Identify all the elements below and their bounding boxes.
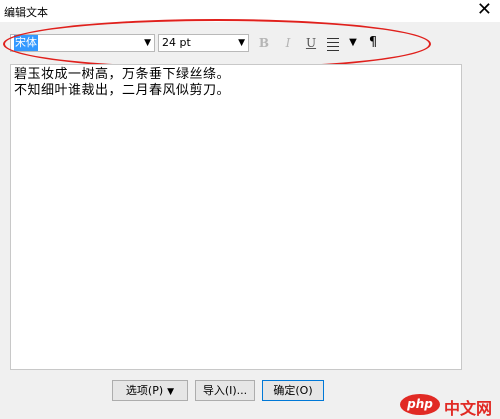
italic-icon[interactable]: I [280,35,296,51]
title-bar: 编辑文本 ✕ [0,0,500,22]
options-button[interactable]: 选项(P) ▼ [112,380,188,401]
underline-icon[interactable]: U [303,35,319,51]
ok-button[interactable]: 确定(O) [262,380,324,401]
text-line: 不知细叶谁裁出，二月春风似剪刀。 [14,83,231,98]
import-label: 导入(I)... [202,384,248,397]
align-icon[interactable] [325,35,341,51]
text-editor[interactable]: 碧玉妆成一树高，万条垂下绿丝绦。 不知细叶谁裁出，二月春风似剪刀。 [10,64,462,370]
chevron-down-icon[interactable]: ▼ [144,35,151,51]
text-line: 碧玉妆成一树高，万条垂下绿丝绦。 [14,67,231,82]
options-label: 选项(P) [125,384,164,397]
chevron-down-icon[interactable]: ▼ [238,35,245,51]
align-dropdown-icon[interactable]: ▼ [345,35,361,51]
import-button[interactable]: 导入(I)... [195,380,255,401]
font-value: 宋体 [14,35,38,51]
chevron-down-icon: ▼ [167,387,175,397]
format-toolbar: 宋体 ▼ 24 pt ▼ B I U ▼ ¶ [0,26,500,62]
watermark-badge: php [400,394,440,415]
editor-content: 碧玉妆成一树高，万条垂下绿丝绦。 不知细叶谁裁出，二月春风似剪刀。 [14,67,230,99]
font-select[interactable]: 宋体 ▼ [10,34,155,52]
font-size-value: 24 pt [162,36,191,49]
dialog-title: 编辑文本 [4,6,48,19]
dialog-margin [462,64,486,370]
font-size-select[interactable]: 24 pt ▼ [158,34,249,52]
paragraph-icon[interactable]: ¶ [365,35,381,51]
site-watermark: php 中文网 [400,394,498,418]
ok-label: 确定(O) [273,384,313,397]
bold-icon[interactable]: B [256,35,272,51]
watermark-text: 中文网 [444,399,493,418]
close-icon[interactable]: ✕ [477,1,492,19]
